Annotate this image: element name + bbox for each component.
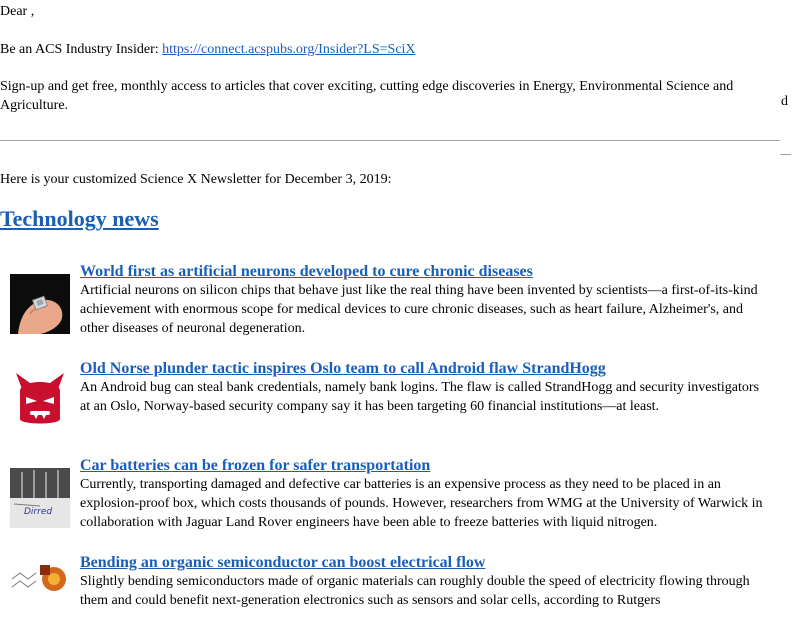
- article-summary: Slightly bending semiconductors made of …: [80, 574, 750, 608]
- article-title[interactable]: Car batteries can be frozen for safer tr…: [80, 456, 430, 476]
- article-item: Dirred Car batteries can be frozen for s…: [10, 456, 770, 536]
- greeting: Dear ,: [0, 4, 35, 19]
- chip-on-fingertip-image[interactable]: [10, 274, 70, 334]
- article-summary: An Android bug can steal bank credential…: [80, 380, 759, 414]
- article-item: Old Norse plunder tactic inspires Oslo t…: [10, 359, 770, 439]
- section-title-technology-news[interactable]: Technology news: [0, 205, 159, 233]
- divider-edge: [780, 154, 791, 155]
- signup-text: Sign-up and get free, monthly access to …: [0, 79, 734, 113]
- article-item: World first as artificial neurons develo…: [10, 262, 770, 342]
- clipped-edge-text: d: [781, 94, 788, 109]
- organic-semiconductor-image[interactable]: [10, 565, 70, 625]
- article-item: Bending an organic semiconductor can boo…: [10, 553, 770, 633]
- divider: [0, 140, 780, 141]
- insider-line: Be an ACS Industry Insider: https://conn…: [0, 40, 416, 59]
- frozen-battery-image[interactable]: Dirred: [10, 468, 70, 528]
- red-devil-image[interactable]: [10, 367, 70, 427]
- insider-prefix: Be an ACS Industry Insider:: [0, 42, 163, 57]
- article-summary: Artificial neurons on silicon chips that…: [80, 283, 758, 336]
- article-title[interactable]: Old Norse plunder tactic inspires Oslo t…: [80, 359, 606, 379]
- article-title[interactable]: World first as artificial neurons develo…: [80, 262, 533, 282]
- thumb-handwritten-text: Dirred: [24, 507, 53, 517]
- article-summary: Currently, transporting damaged and defe…: [80, 477, 763, 530]
- insider-link[interactable]: https://connect.acspubs.org/Insider?LS=S…: [162, 42, 415, 57]
- article-title[interactable]: Bending an organic semiconductor can boo…: [80, 553, 485, 573]
- intro-text: Here is your customized Science X Newsle…: [0, 172, 392, 187]
